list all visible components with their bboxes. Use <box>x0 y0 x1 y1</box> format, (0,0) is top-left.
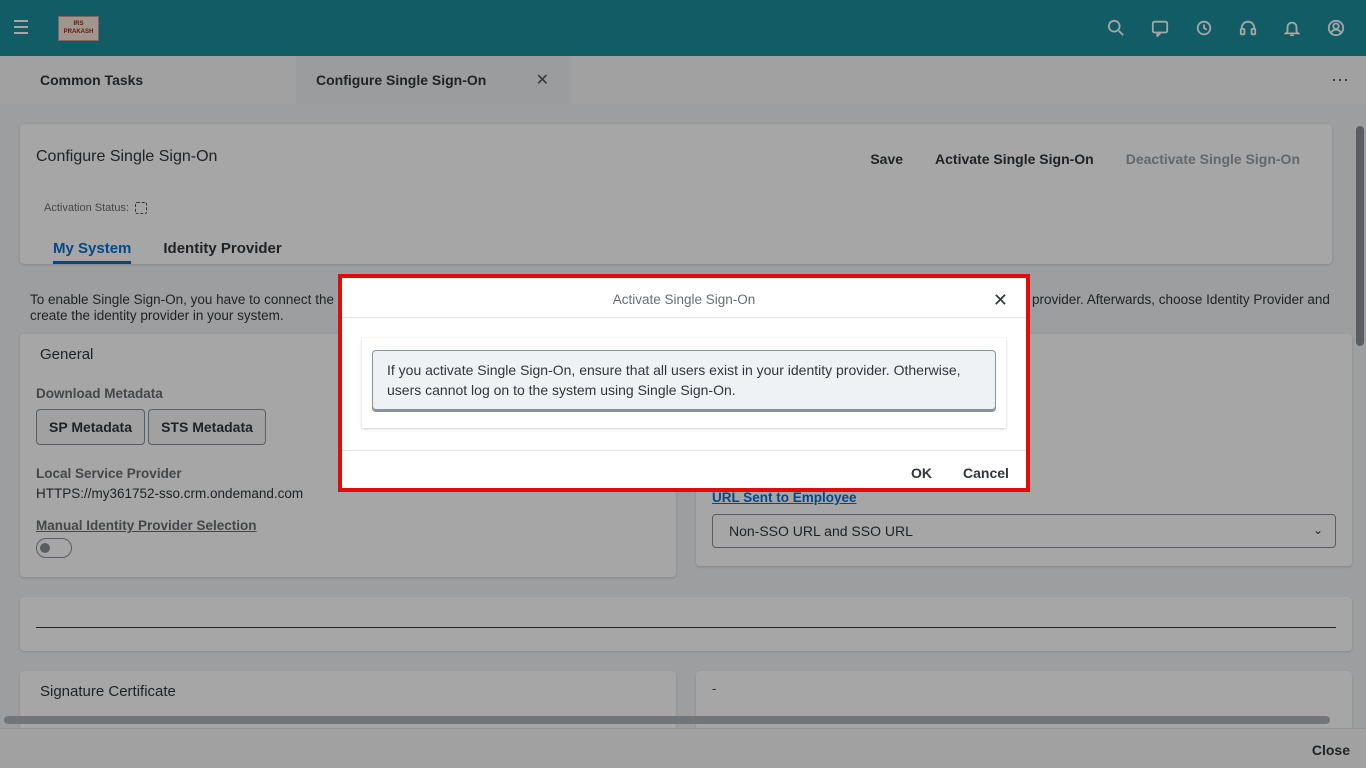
dialog-message: If you activate Single Sign-On, ensure t… <box>372 350 996 412</box>
dialog-message-line2: users cannot log on to the system using … <box>387 382 736 398</box>
dialog-message-line1: If you activate Single Sign-On, ensure t… <box>387 362 961 378</box>
dialog-body: If you activate Single Sign-On, ensure t… <box>362 338 1006 428</box>
dialog-footer: OK Cancel <box>342 450 1026 490</box>
ok-button[interactable]: OK <box>911 465 932 481</box>
activate-sso-dialog: Activate Single Sign-On ✕ If you activat… <box>338 274 1030 492</box>
dialog-header: Activate Single Sign-On ✕ <box>342 278 1026 318</box>
dialog-title: Activate Single Sign-On <box>612 292 756 307</box>
close-icon[interactable]: ✕ <box>993 290 1008 311</box>
cancel-button[interactable]: Cancel <box>963 465 1009 481</box>
